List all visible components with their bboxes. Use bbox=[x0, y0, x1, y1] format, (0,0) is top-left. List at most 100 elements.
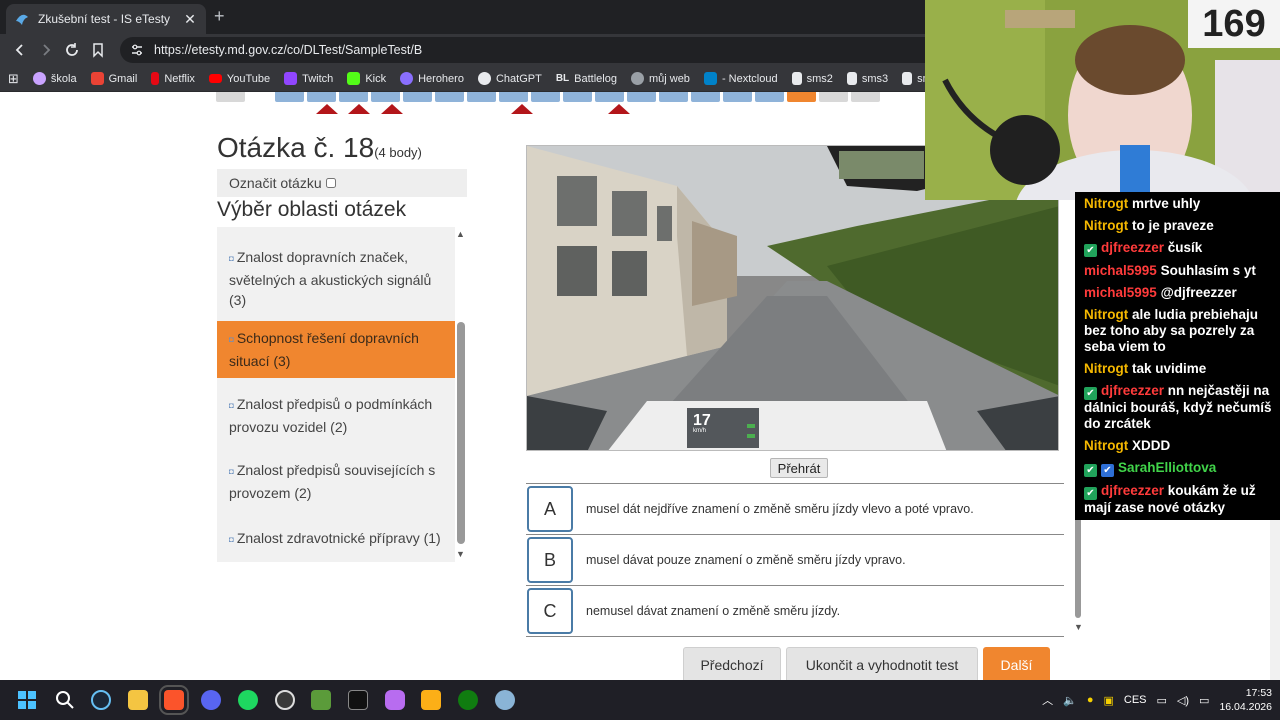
chevron-up-icon[interactable]: ︿ bbox=[1042, 692, 1053, 708]
discord-icon[interactable] bbox=[201, 690, 221, 710]
start-icon[interactable] bbox=[17, 690, 37, 710]
area-list-scrollbar[interactable]: ▲ ▼ bbox=[455, 227, 467, 562]
question-nav-item[interactable] bbox=[467, 92, 496, 102]
ccleaner-icon[interactable] bbox=[495, 690, 515, 710]
scroll-thumb[interactable] bbox=[457, 322, 465, 544]
chat-text: tak uvidime bbox=[1132, 361, 1207, 376]
speaker-icon[interactable]: 🔈 bbox=[1063, 694, 1077, 707]
steam-icon[interactable] bbox=[91, 690, 111, 710]
scroll-down-icon[interactable]: ▼ bbox=[1074, 622, 1083, 632]
bookmark-skola[interactable]: škola bbox=[32, 72, 77, 85]
clock[interactable]: 17:53 16.04.2026 bbox=[1219, 686, 1272, 714]
rockstar-icon[interactable] bbox=[421, 690, 441, 710]
twitch-icon bbox=[284, 72, 298, 85]
question-nav-item[interactable] bbox=[307, 92, 336, 102]
question-nav-item[interactable] bbox=[851, 92, 880, 102]
question-nav-item[interactable] bbox=[723, 92, 752, 102]
new-tab-icon[interactable]: + bbox=[214, 6, 225, 27]
bookmark-youtube[interactable]: YouTube bbox=[208, 73, 270, 85]
answer-option-a[interactable]: A musel dát nejdříve znamení o změně smě… bbox=[526, 484, 1064, 535]
flag-question-checkbox[interactable] bbox=[325, 178, 336, 188]
question-nav-item[interactable] bbox=[403, 92, 432, 102]
next-button[interactable]: Další bbox=[983, 647, 1050, 680]
notification-icon[interactable]: ▣ bbox=[1103, 694, 1113, 707]
search-icon[interactable] bbox=[55, 690, 75, 710]
question-nav-item[interactable] bbox=[275, 92, 304, 102]
bookmark-herohero[interactable]: Herohero bbox=[400, 72, 464, 85]
bookmark-kick[interactable]: Kick bbox=[347, 72, 386, 85]
apps-icon[interactable]: ⊞ bbox=[8, 71, 19, 87]
area-item-active[interactable]: ◘ Schopnost řešení dopravních situací (3) bbox=[217, 321, 455, 378]
question-nav-item[interactable] bbox=[563, 92, 592, 102]
question-nav-item-current[interactable] bbox=[787, 92, 816, 102]
area-item[interactable]: ◘ Znalost dopravních značek, světelných a… bbox=[217, 240, 455, 317]
answer-letter[interactable]: A bbox=[527, 486, 573, 532]
bookmark-gmail[interactable]: Gmail bbox=[90, 72, 137, 85]
answer-letter[interactable]: C bbox=[527, 588, 573, 634]
area-item-label: Znalost zdravotnické přípravy (1) bbox=[236, 529, 441, 546]
question-nav-item[interactable] bbox=[531, 92, 560, 102]
question-navigator bbox=[216, 92, 880, 102]
question-nav-item[interactable] bbox=[659, 92, 688, 102]
microphone-icon[interactable]: ● bbox=[1087, 694, 1094, 706]
bookmark-nextcloud[interactable]: - Nextcloud bbox=[703, 72, 778, 85]
area-item[interactable]: ◘ Znalost předpisů o podmínkách provozu v… bbox=[217, 387, 455, 443]
scroll-up-icon[interactable]: ▲ bbox=[456, 229, 465, 239]
bookmark-chatgpt[interactable]: ChatGPT bbox=[477, 72, 542, 85]
minecraft-icon[interactable] bbox=[311, 690, 331, 710]
copilot-icon[interactable] bbox=[385, 690, 405, 710]
question-nav-item[interactable] bbox=[627, 92, 656, 102]
forward-icon[interactable] bbox=[34, 38, 58, 62]
brave-icon[interactable] bbox=[159, 685, 189, 715]
check-badge-icon: ✔ bbox=[1084, 244, 1097, 257]
obs-icon[interactable] bbox=[275, 690, 295, 710]
bullet-icon: ◘ bbox=[229, 534, 234, 544]
answer-letter[interactable]: B bbox=[527, 537, 573, 583]
finish-test-button[interactable]: Ukončit a vyhodnotit test bbox=[786, 647, 978, 680]
chat-message: Nitrogt XDDD bbox=[1084, 438, 1274, 454]
language-indicator[interactable]: CES bbox=[1124, 694, 1147, 706]
bookmark-battlelog[interactable]: BL Battlelog bbox=[556, 73, 617, 85]
spotify-icon[interactable] bbox=[238, 690, 258, 710]
browser-tab[interactable]: Zkušební test - IS eTesty ✕ bbox=[6, 4, 206, 34]
xbox-icon[interactable] bbox=[458, 690, 478, 710]
question-nav-item[interactable] bbox=[691, 92, 720, 102]
reload-icon[interactable] bbox=[60, 38, 84, 62]
chat-message: ✔ djfreezzer čusík bbox=[1084, 240, 1274, 257]
site-settings-icon[interactable] bbox=[130, 43, 144, 57]
back-icon[interactable] bbox=[8, 38, 32, 62]
question-nav-item[interactable] bbox=[499, 92, 528, 102]
tab-close-icon[interactable]: ✕ bbox=[182, 11, 198, 28]
battery-icon[interactable]: ▭ bbox=[1199, 694, 1209, 707]
question-nav-item[interactable] bbox=[435, 92, 464, 102]
scroll-down-icon[interactable]: ▼ bbox=[456, 549, 465, 559]
scroll-thumb[interactable] bbox=[1075, 516, 1081, 618]
question-nav-item[interactable] bbox=[248, 92, 272, 102]
bookmark-netflix[interactable]: Netflix bbox=[151, 72, 195, 85]
area-item[interactable]: ◘ Znalost zdravotnické přípravy (1) bbox=[217, 519, 455, 559]
area-item[interactable]: ◘ Znalost předpisů souvisejících s provoz… bbox=[217, 453, 455, 509]
clock-date: 16.04.2026 bbox=[1219, 701, 1272, 713]
chat-message: Nitrogt ale ludia prebiehaju bez toho ab… bbox=[1084, 307, 1274, 355]
answer-text: musel dávat pouze znamení o změně směru … bbox=[586, 553, 906, 567]
file-explorer-icon[interactable] bbox=[128, 690, 148, 710]
volume-icon[interactable]: ◁) bbox=[1177, 694, 1189, 707]
tab-title: Zkušební test - IS eTesty bbox=[38, 12, 171, 26]
question-nav-item[interactable] bbox=[755, 92, 784, 102]
epic-games-icon[interactable] bbox=[348, 690, 368, 710]
network-icon[interactable]: ▭ bbox=[1157, 694, 1167, 707]
question-nav-item[interactable] bbox=[371, 92, 400, 102]
play-button[interactable]: Přehrát bbox=[770, 458, 828, 478]
bookmark-sms2[interactable]: sms2 bbox=[791, 72, 833, 85]
answer-option-c[interactable]: C nemusel dávat znamení o změně směru jí… bbox=[526, 586, 1064, 637]
question-nav-item[interactable] bbox=[339, 92, 368, 102]
question-nav-item[interactable] bbox=[216, 92, 245, 102]
answer-option-b[interactable]: B musel dávat pouze znamení o změně směr… bbox=[526, 535, 1064, 586]
question-nav-item[interactable] bbox=[595, 92, 624, 102]
bookmark-muj-web[interactable]: můj web bbox=[630, 72, 690, 85]
question-nav-item[interactable] bbox=[819, 92, 848, 102]
bookmark-sms3[interactable]: sms3 bbox=[846, 72, 888, 85]
bookmark-icon[interactable] bbox=[86, 38, 110, 62]
bookmark-twitch[interactable]: Twitch bbox=[284, 72, 333, 85]
previous-button[interactable]: Předchozí bbox=[683, 647, 781, 680]
